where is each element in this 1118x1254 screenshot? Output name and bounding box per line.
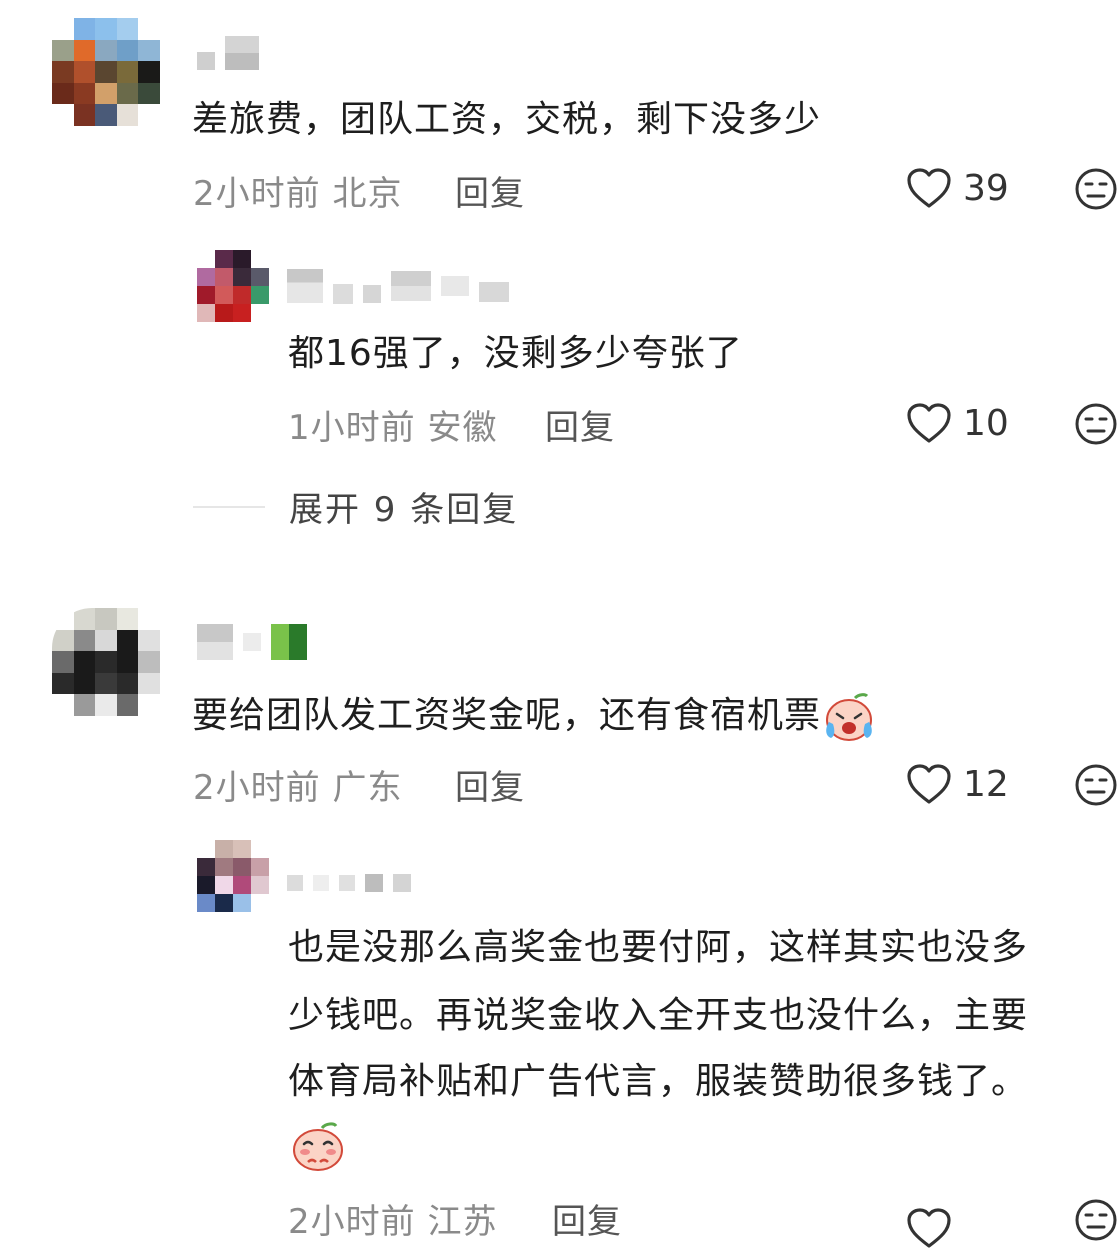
heart-outline-icon bbox=[907, 764, 951, 804]
reply-button[interactable]: 回复 bbox=[455, 166, 525, 215]
comment-time: 1小时前 bbox=[288, 408, 416, 448]
neutral-face-icon[interactable] bbox=[1074, 167, 1118, 211]
comment-text-line-1: 也是没那么高奖金也要付阿，这样其实也没多 bbox=[288, 927, 1029, 968]
comment-meta: 2小时前 江苏 bbox=[288, 1194, 497, 1243]
expand-replies-button[interactable]: 展开 9 条回复 bbox=[193, 482, 518, 531]
comment-text-line-3: 体育局补贴和广告代言，服装赞助很多钱了。 bbox=[288, 1061, 1029, 1102]
comment-time: 2小时前 bbox=[193, 768, 321, 808]
like-button[interactable]: 10 bbox=[905, 401, 1009, 445]
like-count: 10 bbox=[963, 402, 1009, 444]
comment-location: 广东 bbox=[332, 768, 403, 808]
avatar[interactable] bbox=[197, 250, 269, 322]
avatar[interactable] bbox=[52, 18, 160, 126]
divider-line bbox=[193, 505, 265, 508]
username-blurred[interactable] bbox=[287, 874, 411, 892]
neutral-face-icon[interactable] bbox=[1074, 402, 1118, 446]
reply-button[interactable]: 回复 bbox=[552, 1194, 622, 1243]
comment-text: 差旅费，团队工资，交税，剩下没多少 bbox=[192, 99, 822, 140]
comment-location: 安徽 bbox=[427, 408, 498, 448]
comment-text-content: 要给团队发工资奖金呢，还有食宿机票 bbox=[192, 695, 822, 736]
heart-outline-icon bbox=[907, 403, 951, 443]
reply-button[interactable]: 回复 bbox=[545, 400, 615, 449]
reply-button[interactable]: 回复 bbox=[455, 760, 525, 809]
comment-time: 2小时前 bbox=[193, 174, 321, 214]
like-button[interactable]: 12 bbox=[905, 762, 1009, 806]
expand-replies-label: 展开 9 条回复 bbox=[289, 490, 519, 530]
like-count: 39 bbox=[963, 167, 1009, 209]
comment-location: 江苏 bbox=[427, 1202, 498, 1242]
heart-outline-icon bbox=[907, 1208, 951, 1248]
neutral-face-icon[interactable] bbox=[1074, 1198, 1118, 1242]
like-count: 12 bbox=[963, 763, 1009, 805]
comment-meta: 2小时前 北京 bbox=[193, 166, 402, 215]
username-blurred[interactable] bbox=[287, 268, 509, 304]
comment-location: 北京 bbox=[332, 174, 403, 214]
avatar[interactable] bbox=[52, 608, 160, 716]
comment-meta: 1小时前 安徽 bbox=[288, 400, 497, 449]
username-blurred[interactable] bbox=[197, 36, 259, 70]
comment-meta: 2小时前 广东 bbox=[193, 760, 402, 809]
username-blurred[interactable] bbox=[197, 624, 307, 660]
comment-text: 都16强了，没剩多少夸张了 bbox=[288, 333, 743, 374]
comment-text: 要给团队发工资奖金呢，还有食宿机票 bbox=[192, 692, 875, 742]
like-button[interactable] bbox=[905, 1206, 953, 1254]
neutral-face-icon[interactable] bbox=[1074, 763, 1118, 807]
comment-text-line-2: 少钱吧。再说奖金收入全开支也没什么，主要 bbox=[288, 995, 1029, 1036]
avatar[interactable] bbox=[197, 840, 269, 912]
heart-outline-icon bbox=[907, 168, 951, 208]
shy-emoji bbox=[293, 1122, 343, 1171]
comment-time: 2小时前 bbox=[288, 1202, 416, 1242]
like-button[interactable]: 39 bbox=[905, 166, 1009, 210]
crying-emoji bbox=[826, 693, 873, 741]
